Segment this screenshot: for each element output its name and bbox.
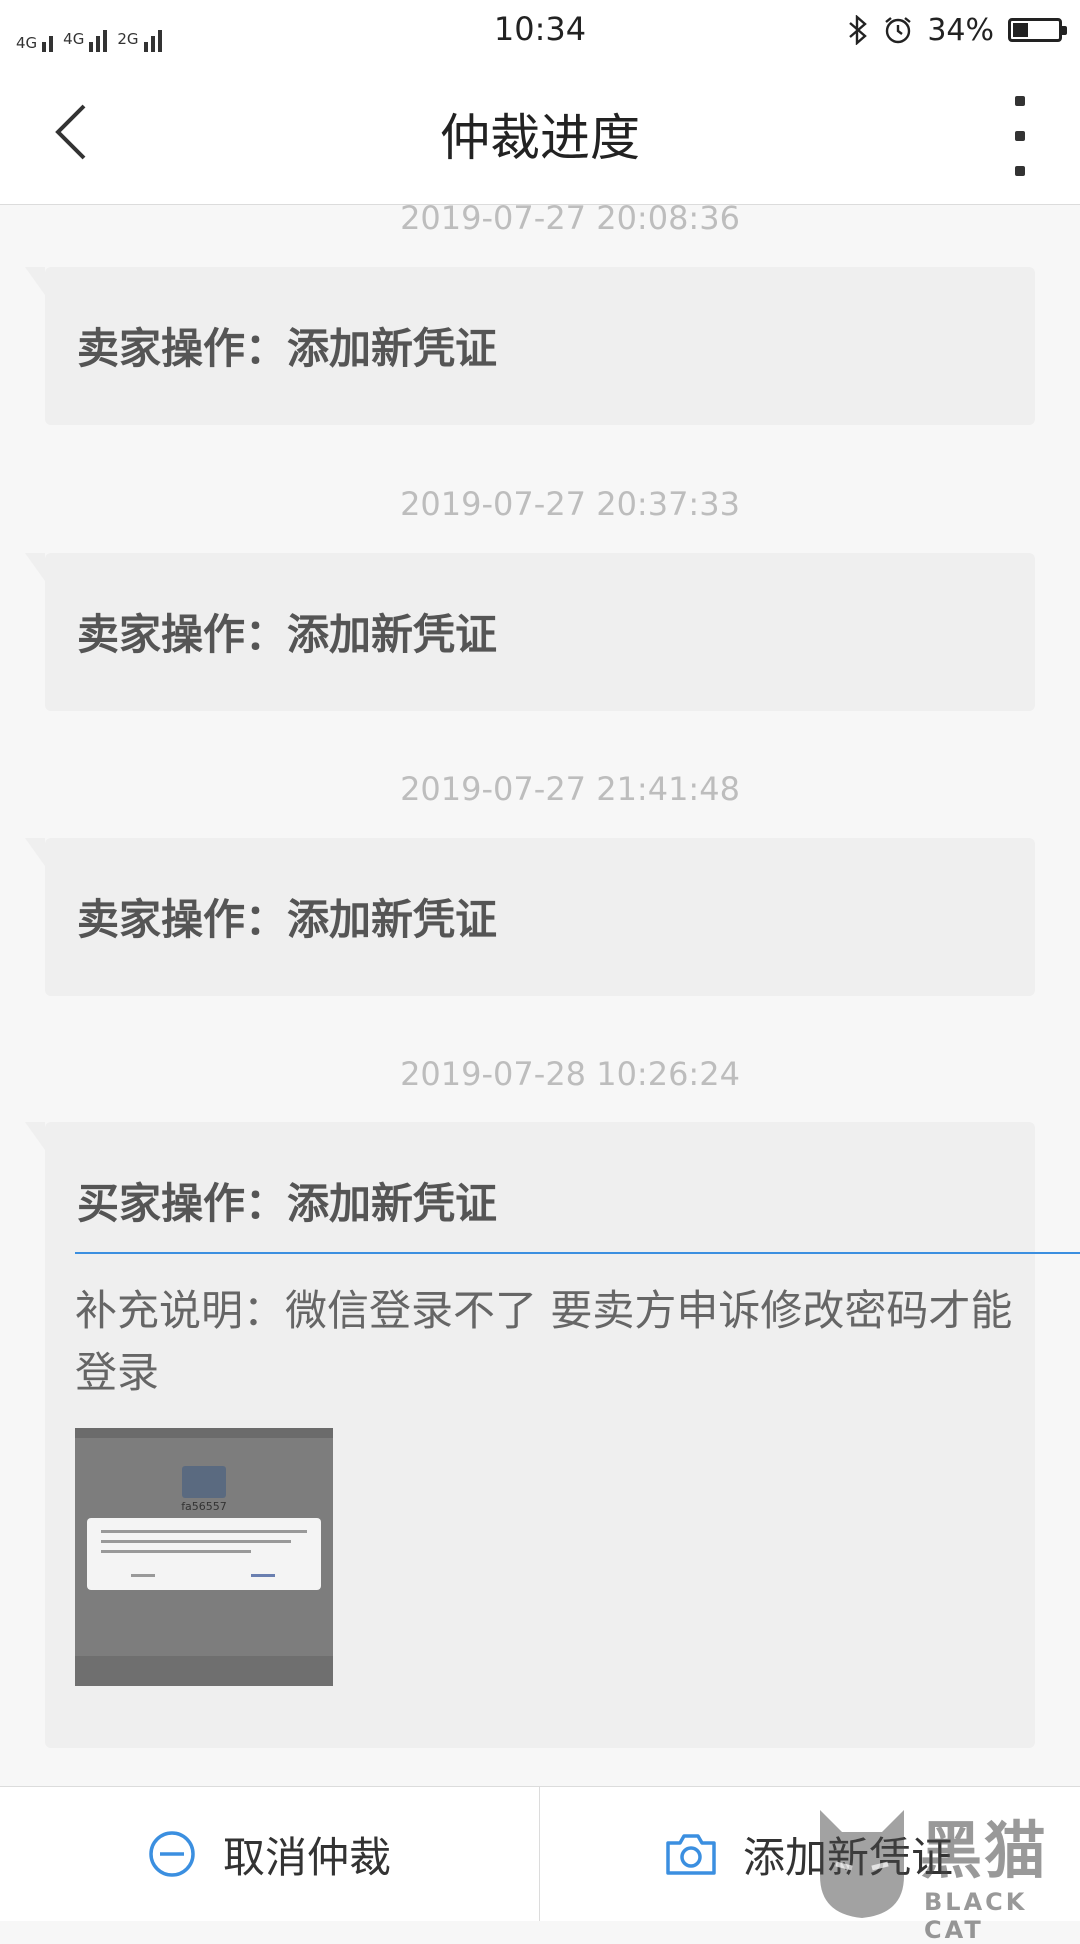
thumb-text-line [101, 1530, 307, 1533]
black-cat-logo [820, 1810, 904, 1918]
entry-timestamp: 2019-07-27 20:37:33 [400, 485, 740, 523]
arbitration-timeline[interactable]: 2019-07-27 20:08:36 卖家操作：添加新凭证 2019-07-2… [0, 205, 1080, 1785]
cancel-arbitration-label: 取消仲裁 [222, 1832, 391, 1882]
thumb-text-line [251, 1574, 275, 1577]
thumb-text-line [131, 1574, 155, 1577]
blackcat-watermark: 黑猫 BLACK CAT [808, 1800, 1080, 1944]
cancel-arbitration-button[interactable]: 取消仲裁 [0, 1787, 538, 1921]
bluetooth-icon [849, 15, 868, 45]
camera-icon [666, 1834, 716, 1875]
page-title: 仲裁进度 [440, 109, 640, 167]
entry-card: 卖家操作：添加新凭证 [25, 267, 1035, 425]
entry-card: 卖家操作：添加新凭证 [25, 838, 1035, 996]
thumb-statusbar [75, 1428, 333, 1438]
status-icons: 34% [847, 8, 1067, 52]
status-bar: 4G 4G 2G 10:34 34% [0, 0, 1080, 60]
thumb-text-line [101, 1550, 251, 1553]
entry-timestamp: 2019-07-27 20:08:36 [400, 205, 740, 237]
battery-level [1013, 23, 1028, 37]
entry-timestamp: 2019-07-28 10:26:24 [400, 1055, 740, 1093]
entry-card: 买家操作：添加新凭证 补充说明：微信登录不了 要卖方申诉修改密码才能登录 fa5… [25, 1122, 1080, 1748]
battery-percent: 34% [927, 12, 994, 48]
entry-operation: 卖家操作：添加新凭证 [77, 610, 498, 659]
battery-icon [1008, 18, 1067, 42]
alarm-icon [885, 17, 912, 44]
thumb-dialog [87, 1518, 321, 1590]
watermark-en: BLACK CAT [924, 1888, 1028, 1944]
entry-operation: 买家操作：添加新凭证 [77, 1179, 498, 1228]
evidence-thumbnail[interactable]: fa56557 [75, 1428, 333, 1686]
more-dot [1015, 96, 1025, 106]
minus-circle-icon [149, 1831, 195, 1877]
entry-divider [75, 1252, 1080, 1254]
thumb-caption: fa56557 [181, 1500, 227, 1513]
entry-operation: 卖家操作：添加新凭证 [77, 324, 498, 373]
more-dot [1015, 131, 1025, 141]
entry-operation: 卖家操作：添加新凭证 [77, 895, 498, 944]
entry-note: 补充说明：微信登录不了 要卖方申诉修改密码才能登录 [75, 1286, 1013, 1397]
entry-card: 卖家操作：添加新凭证 [25, 553, 1035, 711]
app-header: 仲裁进度 [0, 60, 1080, 205]
more-dot [1015, 166, 1025, 176]
thumb-text-line [101, 1540, 291, 1543]
watermark-cn: 黑猫 [920, 1814, 1049, 1887]
thumb-navbar [75, 1656, 333, 1686]
more-options-button[interactable] [1000, 96, 1040, 176]
entry-timestamp: 2019-07-27 21:41:48 [400, 770, 740, 808]
thumb-avatar [182, 1466, 226, 1498]
